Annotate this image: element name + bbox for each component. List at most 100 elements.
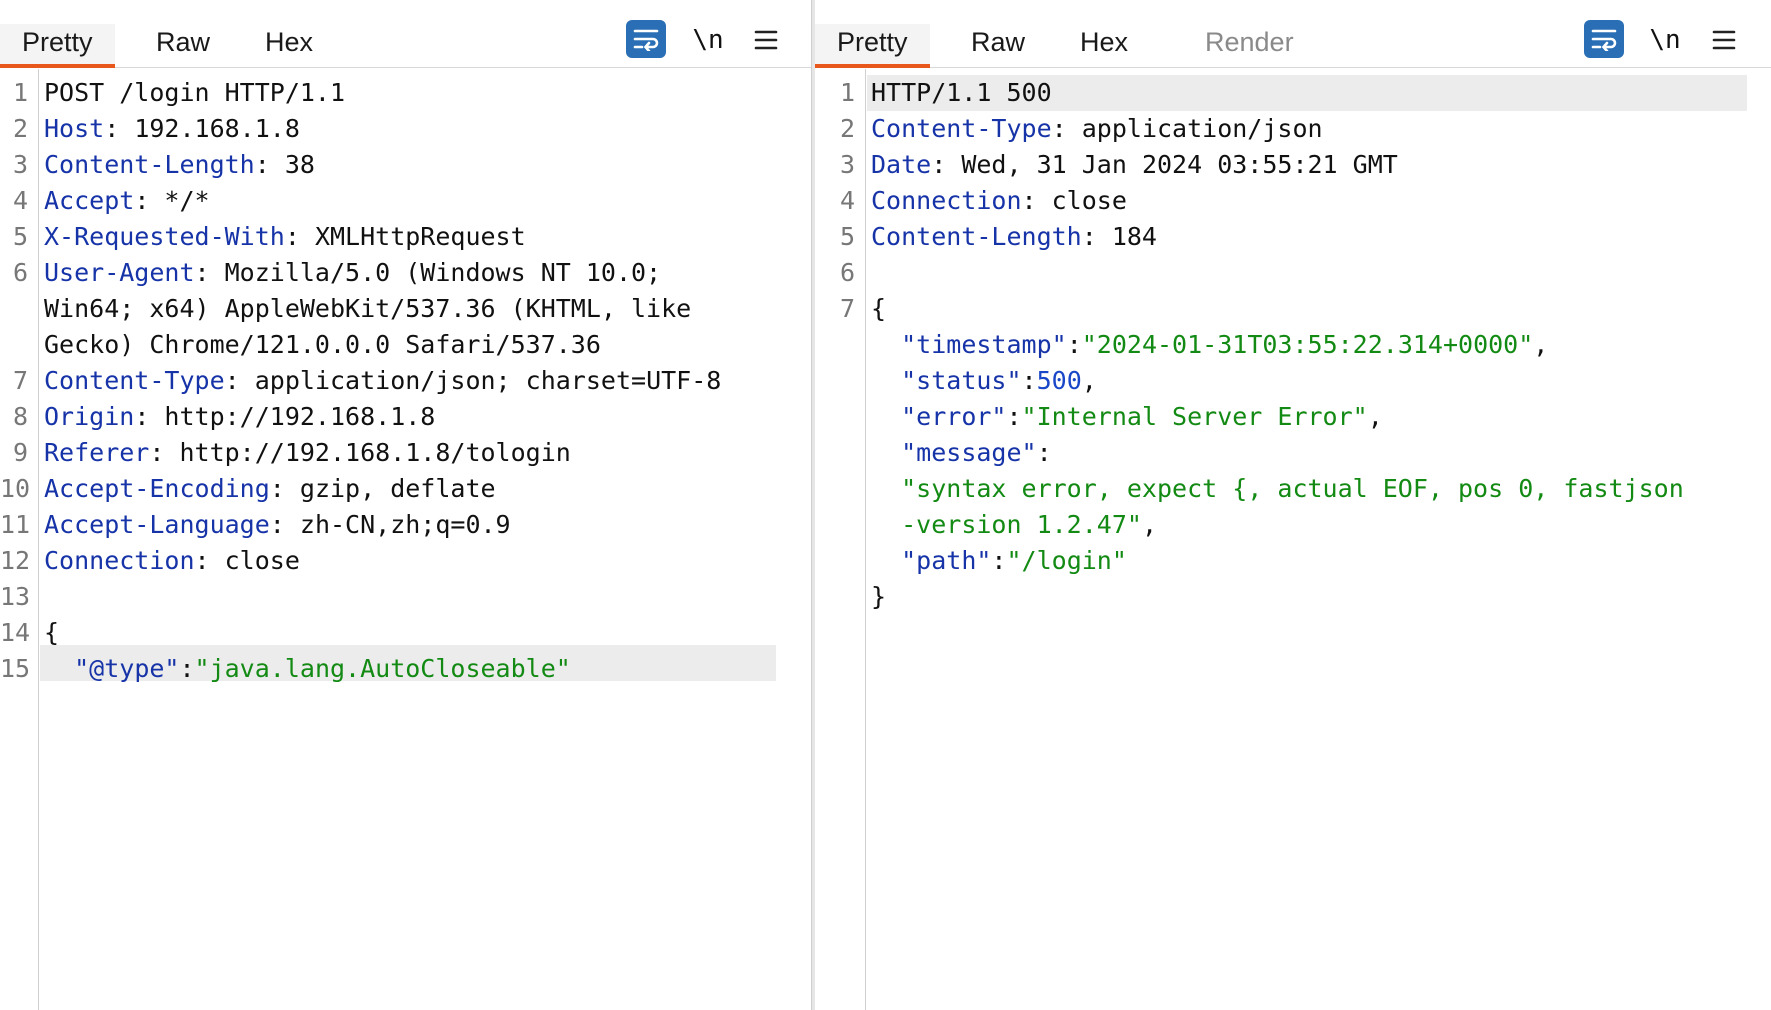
header-separator: : (1021, 186, 1052, 215)
header-value: gzip, deflate (299, 474, 496, 503)
header-value: application/json (1081, 114, 1323, 143)
code-line: "status":500, (871, 363, 1097, 399)
code-line: Date: Wed, 31 Jan 2024 03:55:21 GMT (871, 147, 1398, 183)
header-separator: : (224, 366, 255, 395)
header-name: Accept-Encoding (44, 474, 270, 503)
menu-button[interactable] (751, 20, 781, 60)
code-line: Content-Length: 184 (871, 219, 1157, 255)
code-line: } (871, 579, 886, 615)
code-text: { (44, 618, 60, 647)
tab-render[interactable]: Render (1183, 24, 1316, 68)
header-value: close (1051, 186, 1127, 215)
header-separator: : (194, 546, 225, 575)
show-newlines-button[interactable]: \n (1645, 20, 1685, 60)
header-name: Connection (871, 186, 1022, 215)
json-colon: : (1021, 366, 1037, 395)
code-line: POST /login HTTP/1.1 (44, 75, 345, 111)
line-number: 3 (12, 150, 28, 179)
tab-hex[interactable]: Hex (1058, 24, 1150, 68)
code-line: { (871, 291, 886, 327)
line-number: 3 (839, 150, 855, 179)
header-separator: : (1051, 114, 1082, 143)
code-text: } (871, 582, 887, 611)
request-editor[interactable]: 1 2 3 4 5 6 7 8 9 10 11 12 13 14 15 POST /login HTTP/1… (0, 69, 811, 1010)
code-line: X-Requested-With: XMLHttpRequest (44, 219, 526, 255)
code-line: Accept: */* (44, 183, 210, 219)
header-name: Accept-Language (44, 510, 270, 539)
json-key: "path" (901, 546, 992, 575)
hamburger-menu-icon (754, 30, 778, 50)
line-number (0, 327, 28, 363)
json-colon: : (991, 546, 1007, 575)
header-separator: : (284, 222, 315, 251)
header-name: Accept (44, 186, 135, 215)
response-editor[interactable]: 1 2 3 4 5 6 7 HTTP/1.1 500 Content-Type: applic… (815, 69, 1771, 1010)
header-value: Wed, 31 Jan 2024 03:55:21 GMT (961, 150, 1398, 179)
header-separator: : (134, 402, 165, 431)
http-message-viewer: Pretty Raw Hex \n 1 2 3 4 5 6 7 8 9 10 11 12 13 14 15 … (0, 0, 1771, 1010)
line-number: 6 (839, 258, 855, 287)
code-line: "syntax error, expect {, actual EOF, pos… (871, 471, 1684, 507)
line-number: 9 (12, 438, 28, 467)
json-key: "error" (901, 402, 1007, 431)
line-number: 13 (0, 582, 31, 611)
request-tab-bar: Pretty Raw Hex \n (0, 0, 811, 68)
code-line: Connection: close (44, 543, 300, 579)
code-line: { (44, 615, 59, 651)
menu-button[interactable] (1709, 20, 1739, 60)
code-line: "timestamp":"2024-01-31T03:55:22.314+000… (871, 327, 1548, 363)
json-string: "2024-01-31T03:55:22.314+0000" (1081, 330, 1534, 359)
json-string: "/login" (1006, 546, 1127, 575)
json-number: 500 (1036, 366, 1082, 395)
code-line: Connection: close (871, 183, 1127, 219)
json-colon: : (1006, 402, 1022, 431)
header-name: Content-Length (44, 150, 255, 179)
json-string: "Internal Server Error" (1021, 402, 1368, 431)
json-string: "java.lang.AutoCloseable" (194, 654, 571, 683)
response-tab-bar: Pretty Raw Hex Render \n (815, 0, 1771, 68)
line-number: 2 (12, 114, 28, 143)
json-colon: : (1066, 330, 1082, 359)
response-pane: Pretty Raw Hex Render \n 1 2 3 4 5 6 7 HTTP/1.… (815, 0, 1771, 1010)
code-text: POST /login HTTP/1.1 (44, 78, 346, 107)
header-name: Date (871, 150, 932, 179)
tab-pretty[interactable]: Pretty (0, 24, 115, 68)
tab-pretty[interactable]: Pretty (815, 24, 930, 68)
header-separator: : (149, 438, 180, 467)
code-line: Content-Type: application/json; charset=… (44, 363, 721, 399)
code-line: Win64; x64) AppleWebKit/537.36 (KHTML, l… (44, 291, 691, 327)
header-value: close (224, 546, 300, 575)
json-key: "timestamp" (901, 330, 1067, 359)
header-separator: : (1081, 222, 1112, 251)
tab-raw[interactable]: Raw (949, 24, 1047, 68)
header-value: application/json; charset=UTF-8 (254, 366, 722, 395)
code-line: "path":"/login" (871, 543, 1127, 579)
line-number: 4 (12, 186, 28, 215)
code-line: -version 1.2.47", (871, 507, 1157, 543)
header-name: Content-Type (44, 366, 225, 395)
wrap-lines-button[interactable] (626, 20, 666, 58)
code-line: User-Agent: Mozilla/5.0 (Windows NT 10.0… (44, 255, 661, 291)
header-separator: : (254, 150, 285, 179)
header-name: Connection (44, 546, 195, 575)
tab-raw[interactable]: Raw (134, 24, 232, 68)
line-number: 7 (12, 366, 28, 395)
code-line: Host: 192.168.1.8 (44, 111, 300, 147)
json-colon: : (1036, 438, 1052, 467)
code-line: "error":"Internal Server Error", (871, 399, 1383, 435)
code-line: Content-Type: application/json (871, 111, 1323, 147)
code-text: HTTP/1.1 500 (871, 78, 1052, 107)
show-newlines-button[interactable]: \n (688, 20, 728, 60)
header-value: http://192.168.1.8 (164, 402, 436, 431)
code-text: Win64; x64) AppleWebKit/537.36 (KHTML, l… (44, 294, 692, 323)
line-number: 7 (839, 294, 855, 323)
header-value: 192.168.1.8 (134, 114, 300, 143)
header-separator: : (269, 510, 300, 539)
wrap-lines-button[interactable] (1584, 20, 1624, 58)
line-number: 11 (0, 510, 31, 539)
header-separator: : (104, 114, 135, 143)
line-number: 15 (0, 654, 31, 683)
tab-hex[interactable]: Hex (243, 24, 335, 68)
